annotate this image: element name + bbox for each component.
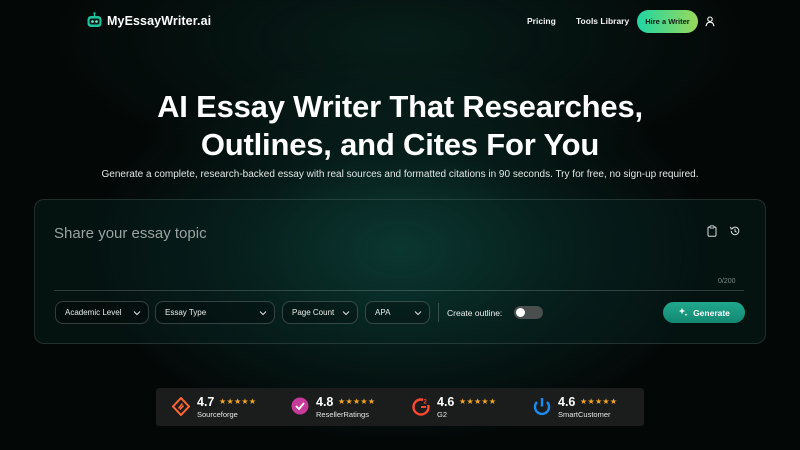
academic-level-label: Academic Level bbox=[65, 308, 122, 317]
nav-pricing-link[interactable]: Pricing bbox=[527, 16, 556, 26]
hero-subtitle: Generate a complete, research-backed ess… bbox=[101, 169, 699, 180]
rating-source: ResellerRatings bbox=[316, 410, 369, 419]
rating-source: SmartCustomer bbox=[558, 410, 611, 419]
essay-type-select[interactable]: Essay Type bbox=[155, 301, 275, 324]
toggle-knob bbox=[516, 308, 525, 317]
hero-title: AI Essay Writer That Researches, Outline… bbox=[0, 88, 800, 164]
brand-name: MyEssayWriter.ai bbox=[107, 13, 212, 28]
rating-source: Sourceforge bbox=[197, 410, 238, 419]
rating-score: 4.7 bbox=[197, 395, 215, 409]
rating-stars: ★★★★★ bbox=[338, 397, 376, 406]
clipboard-icon[interactable] bbox=[706, 224, 718, 237]
history-icon[interactable] bbox=[729, 224, 741, 236]
page-count-label: Page Count bbox=[292, 308, 335, 317]
rating-stars: ★★★★★ bbox=[580, 397, 618, 406]
hero-title-line-2: Outlines, and Cites For You bbox=[200, 127, 600, 162]
rating-score: 4.6 bbox=[437, 395, 455, 409]
create-outline-toggle[interactable] bbox=[514, 306, 543, 319]
controls-divider bbox=[438, 303, 439, 322]
nav-tools-library-link[interactable]: Tools Library bbox=[576, 16, 629, 26]
essay-type-label: Essay Type bbox=[165, 308, 207, 317]
rating-stars: ★★★★★ bbox=[219, 397, 257, 406]
rating-source: G2 bbox=[437, 410, 448, 419]
academic-level-select[interactable]: Academic Level bbox=[55, 301, 149, 324]
hire-writer-button[interactable]: Hire a Writer bbox=[637, 10, 698, 33]
sourceforge-icon bbox=[171, 396, 191, 417]
resellerratings-icon bbox=[291, 397, 309, 416]
generate-label: Generate bbox=[693, 307, 730, 318]
create-outline-label: Create outline: bbox=[447, 308, 503, 318]
rating-score: 4.8 bbox=[316, 395, 334, 409]
chevron-down-icon bbox=[342, 309, 350, 317]
sparkle-icon bbox=[678, 307, 688, 319]
robot-logo-icon bbox=[86, 12, 103, 29]
partner-logos-peek bbox=[384, 446, 444, 450]
chevron-down-icon bbox=[414, 309, 422, 317]
brand-logo[interactable]: MyEssayWriter.ai bbox=[86, 12, 211, 29]
input-divider bbox=[54, 290, 744, 291]
page-count-select[interactable]: Page Count bbox=[282, 301, 358, 324]
essay-topic-input[interactable] bbox=[54, 222, 674, 244]
chevron-down-icon bbox=[133, 309, 141, 317]
g2-icon: 2 bbox=[412, 397, 430, 416]
citation-style-label: APA bbox=[375, 308, 391, 317]
hero-title-line-1: AI Essay Writer That Researches, bbox=[157, 89, 643, 124]
character-counter: 0/200 bbox=[718, 278, 736, 285]
ratings-bar: 4.7 ★★★★★ Sourceforge 4.8 ★★★★★ Reseller… bbox=[156, 388, 644, 426]
chevron-down-icon bbox=[259, 309, 267, 317]
rating-stars: ★★★★★ bbox=[459, 397, 497, 406]
user-account-icon[interactable] bbox=[705, 14, 715, 27]
smartcustomer-icon bbox=[533, 397, 551, 416]
top-navigation: MyEssayWriter.ai Pricing Tools Library H… bbox=[0, 0, 800, 44]
generate-button[interactable]: Generate bbox=[663, 302, 745, 323]
citation-style-select[interactable]: APA bbox=[365, 301, 430, 324]
rating-score: 4.6 bbox=[558, 395, 576, 409]
